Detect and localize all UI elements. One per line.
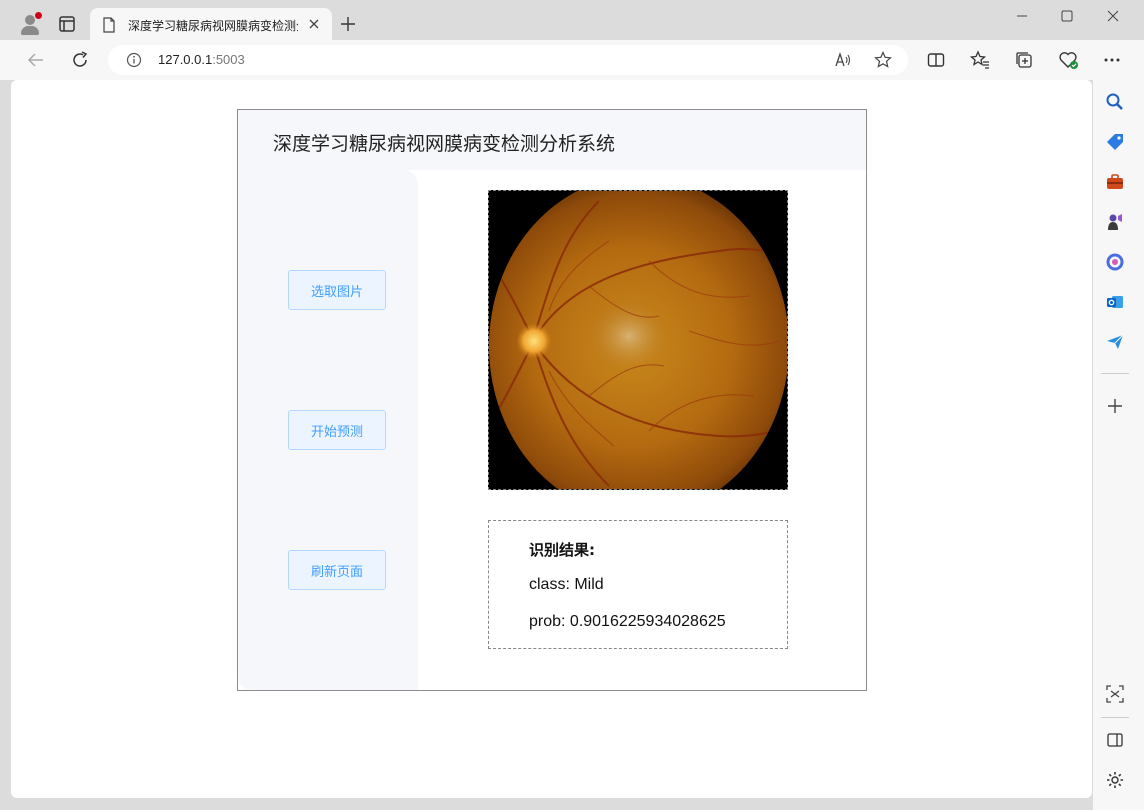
address-bar[interactable]: 127.0.0.1:5003 [108,45,908,75]
select-image-button[interactable]: 选取图片 [288,270,386,310]
result-heading: 识别结果: [529,541,595,559]
app-container: 深度学习糖尿病视网膜病变检测分析系统 选取图片 开始预测 刷新页面 识别结果: … [237,109,867,691]
profile-icon[interactable] [18,12,42,36]
send-icon[interactable] [1105,332,1125,352]
add-icon[interactable] [1105,396,1125,416]
favorites-icon[interactable] [970,50,990,70]
collections-icon[interactable] [1014,50,1034,70]
new-tab-icon[interactable] [340,16,356,32]
control-panel: 选取图片 开始预测 刷新页面 [238,170,418,690]
gear-icon[interactable] [1105,770,1125,790]
outlook-icon[interactable] [1105,292,1125,312]
info-icon[interactable] [126,52,142,68]
page-icon [103,17,115,33]
sidebar-divider [1101,717,1129,718]
minimize-icon[interactable] [1014,8,1030,24]
page-viewport: 深度学习糖尿病视网膜病变检测分析系统 选取图片 开始预测 刷新页面 识别结果: … [11,80,1092,798]
tools-icon[interactable] [1105,172,1125,192]
sidebar-toggle-icon[interactable] [1105,730,1125,750]
browser-essentials-icon[interactable] [1058,50,1080,70]
close-tab-icon[interactable] [308,18,320,30]
close-window-icon[interactable] [1105,8,1121,24]
browser-tab[interactable]: 深度学习糖尿病视网膜病变检测分析系统 [90,8,332,42]
refresh-page-button[interactable]: 刷新页面 [288,550,386,590]
maximize-icon[interactable] [1059,8,1075,24]
refresh-icon[interactable] [70,50,90,70]
tab-title: 深度学习糖尿病视网膜病变检测分析系统 [128,19,298,33]
copilot-icon[interactable] [1105,252,1125,272]
sidebar-divider [1101,373,1129,374]
fundus-image-preview [488,190,788,490]
start-predict-button[interactable]: 开始预测 [288,410,386,450]
star-icon[interactable] [874,51,892,69]
result-probability: prob: 0.9016225934028625 [529,613,726,630]
browser-toolbar: 127.0.0.1:5003 [0,40,1144,80]
tab-strip: 深度学习糖尿病视网膜病变检测分析系统 [0,0,1144,42]
games-icon[interactable] [1105,212,1125,232]
result-class: class: Mild [529,576,604,593]
page-title: 深度学习糖尿病视网膜病变检测分析系统 [273,133,616,155]
more-options-icon[interactable] [1102,50,1122,70]
url-text[interactable]: 127.0.0.1:5003 [158,52,245,67]
split-screen-icon[interactable] [926,50,946,70]
tab-actions-icon[interactable] [58,15,76,33]
shopping-tag-icon[interactable] [1105,132,1125,152]
search-icon[interactable] [1105,92,1125,112]
read-aloud-icon[interactable] [834,51,852,69]
app-header: 深度学习糖尿病视网膜病变检测分析系统 [238,110,866,170]
back-arrow-icon[interactable] [26,50,46,70]
result-panel: 识别结果: class: Mild prob: 0.90162259340286… [488,520,788,649]
retina-image [489,191,787,489]
screenshot-icon[interactable] [1105,684,1125,704]
browser-sidebar [1093,80,1144,810]
